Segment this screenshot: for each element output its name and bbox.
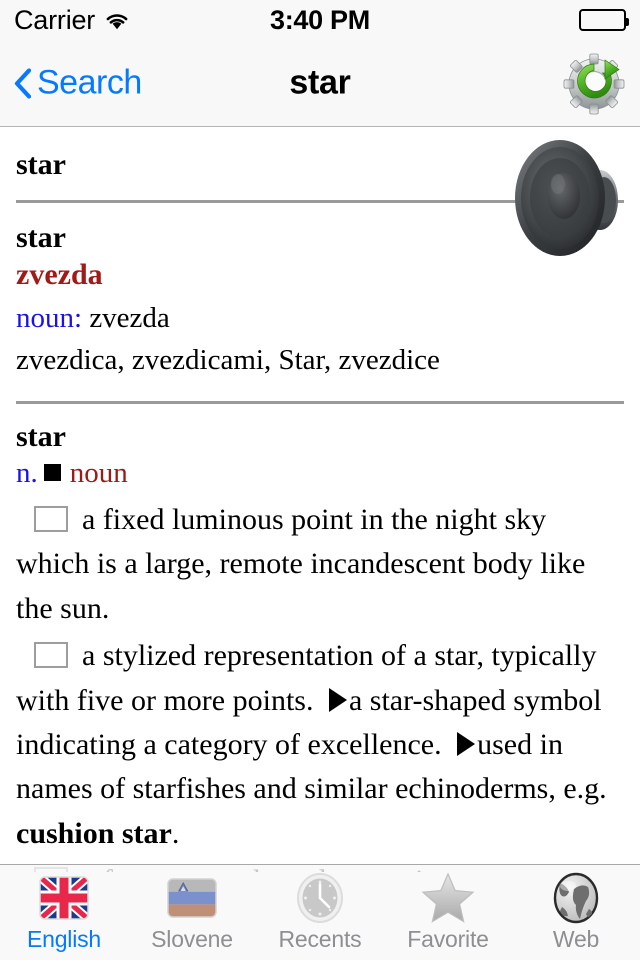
missing-glyph-box <box>34 642 68 669</box>
pos-full-label: noun <box>69 456 128 489</box>
tab-english[interactable]: English <box>0 865 128 960</box>
sense-text-part4: . <box>171 816 180 850</box>
definition-pos-line: n. noun <box>16 452 624 496</box>
translation-forms: zvezdica, zvezdicami, Star, zvezdice <box>16 343 440 376</box>
tab-favorite[interactable]: Favorite <box>384 865 512 960</box>
status-bar-left: Carrier <box>14 5 130 36</box>
tab-slovene[interactable]: Slovene <box>128 865 256 960</box>
translation-pos-label: noun: <box>16 301 83 334</box>
slovenia-flag-icon <box>165 871 219 925</box>
dictionary-content[interactable]: star star zvezda noun: zvezda zvezdica, … <box>0 128 640 872</box>
navigation-bar: Search star <box>0 40 640 127</box>
status-bar: Carrier 3:40 PM <box>0 0 640 40</box>
tab-label: Slovene <box>151 926 233 952</box>
tab-bar: English Slovene Recents Favorite Web <box>0 864 640 960</box>
sense-item: a stylized representation of a star, typ… <box>16 634 624 856</box>
speaker-icon[interactable] <box>512 136 630 264</box>
sense-text: a fixed luminous point in the night sky … <box>16 503 586 625</box>
app-root: Carrier 3:40 PM Search star star star zv… <box>0 0 640 960</box>
missing-glyph-box <box>34 506 68 533</box>
star-icon <box>421 871 475 925</box>
translation-pos-value: zvezda <box>82 301 170 334</box>
translation-pos-line: noun: zvezda <box>16 297 624 339</box>
triangle-right-icon <box>328 687 347 712</box>
pos-abbreviation: n. <box>16 456 38 489</box>
tab-label: Favorite <box>407 926 489 952</box>
status-bar-right <box>579 9 629 31</box>
black-square-icon <box>43 463 61 481</box>
carrier-label: Carrier <box>14 4 96 35</box>
uk-flag-icon <box>37 871 91 925</box>
tab-web[interactable]: Web <box>512 865 640 960</box>
clock-icon <box>293 871 347 925</box>
wifi-icon <box>104 11 130 30</box>
gear-refresh-icon[interactable] <box>562 51 626 115</box>
tab-recents[interactable]: Recents <box>256 865 384 960</box>
page-title: star <box>289 63 351 102</box>
sense-bold-term: cushion star <box>16 816 172 850</box>
tab-label: Web <box>552 926 600 952</box>
definition-section: star n. noun a fixed luminous point in th… <box>16 404 624 872</box>
definition-headword: star <box>16 419 66 453</box>
sense-item: a fixed luminous point in the night sky … <box>16 498 624 631</box>
entry-header-section: star <box>16 128 624 256</box>
tab-label: Recents <box>278 926 362 952</box>
triangle-right-icon <box>457 732 476 757</box>
battery-full-icon <box>579 9 629 31</box>
tab-label: English <box>26 926 102 952</box>
globe-icon <box>549 871 603 925</box>
